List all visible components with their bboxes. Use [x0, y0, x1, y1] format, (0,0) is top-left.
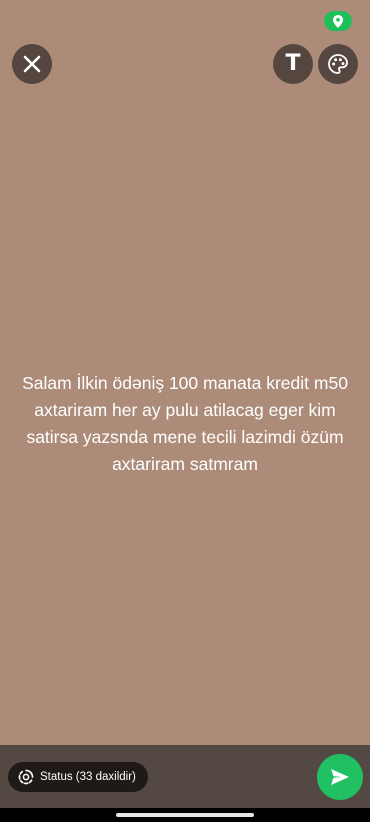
status-text[interactable]: Salam İlkin ödəniş 100 manata kredit m50… — [18, 370, 352, 478]
close-button[interactable] — [12, 44, 52, 84]
status-canvas: T Salam İlkin ödəniş 100 manata kredit m… — [0, 0, 370, 745]
bottom-bar: Status (33 daxildir) — [0, 745, 370, 808]
system-navigation-area — [0, 808, 370, 822]
text-tool-glyph: T — [285, 51, 301, 76]
palette-icon — [328, 54, 348, 74]
status-audience-label: Status (33 daxildir) — [40, 771, 136, 783]
text-tool-button[interactable]: T — [273, 44, 313, 84]
status-ring-icon — [18, 769, 34, 785]
background-color-button[interactable] — [318, 44, 358, 84]
location-indicator — [324, 11, 352, 31]
send-icon — [331, 769, 349, 785]
close-icon — [23, 55, 41, 73]
home-indicator[interactable] — [116, 813, 254, 817]
send-button[interactable] — [317, 754, 363, 800]
status-audience-chip[interactable]: Status (33 daxildir) — [8, 762, 148, 792]
location-pin-icon — [333, 14, 343, 28]
